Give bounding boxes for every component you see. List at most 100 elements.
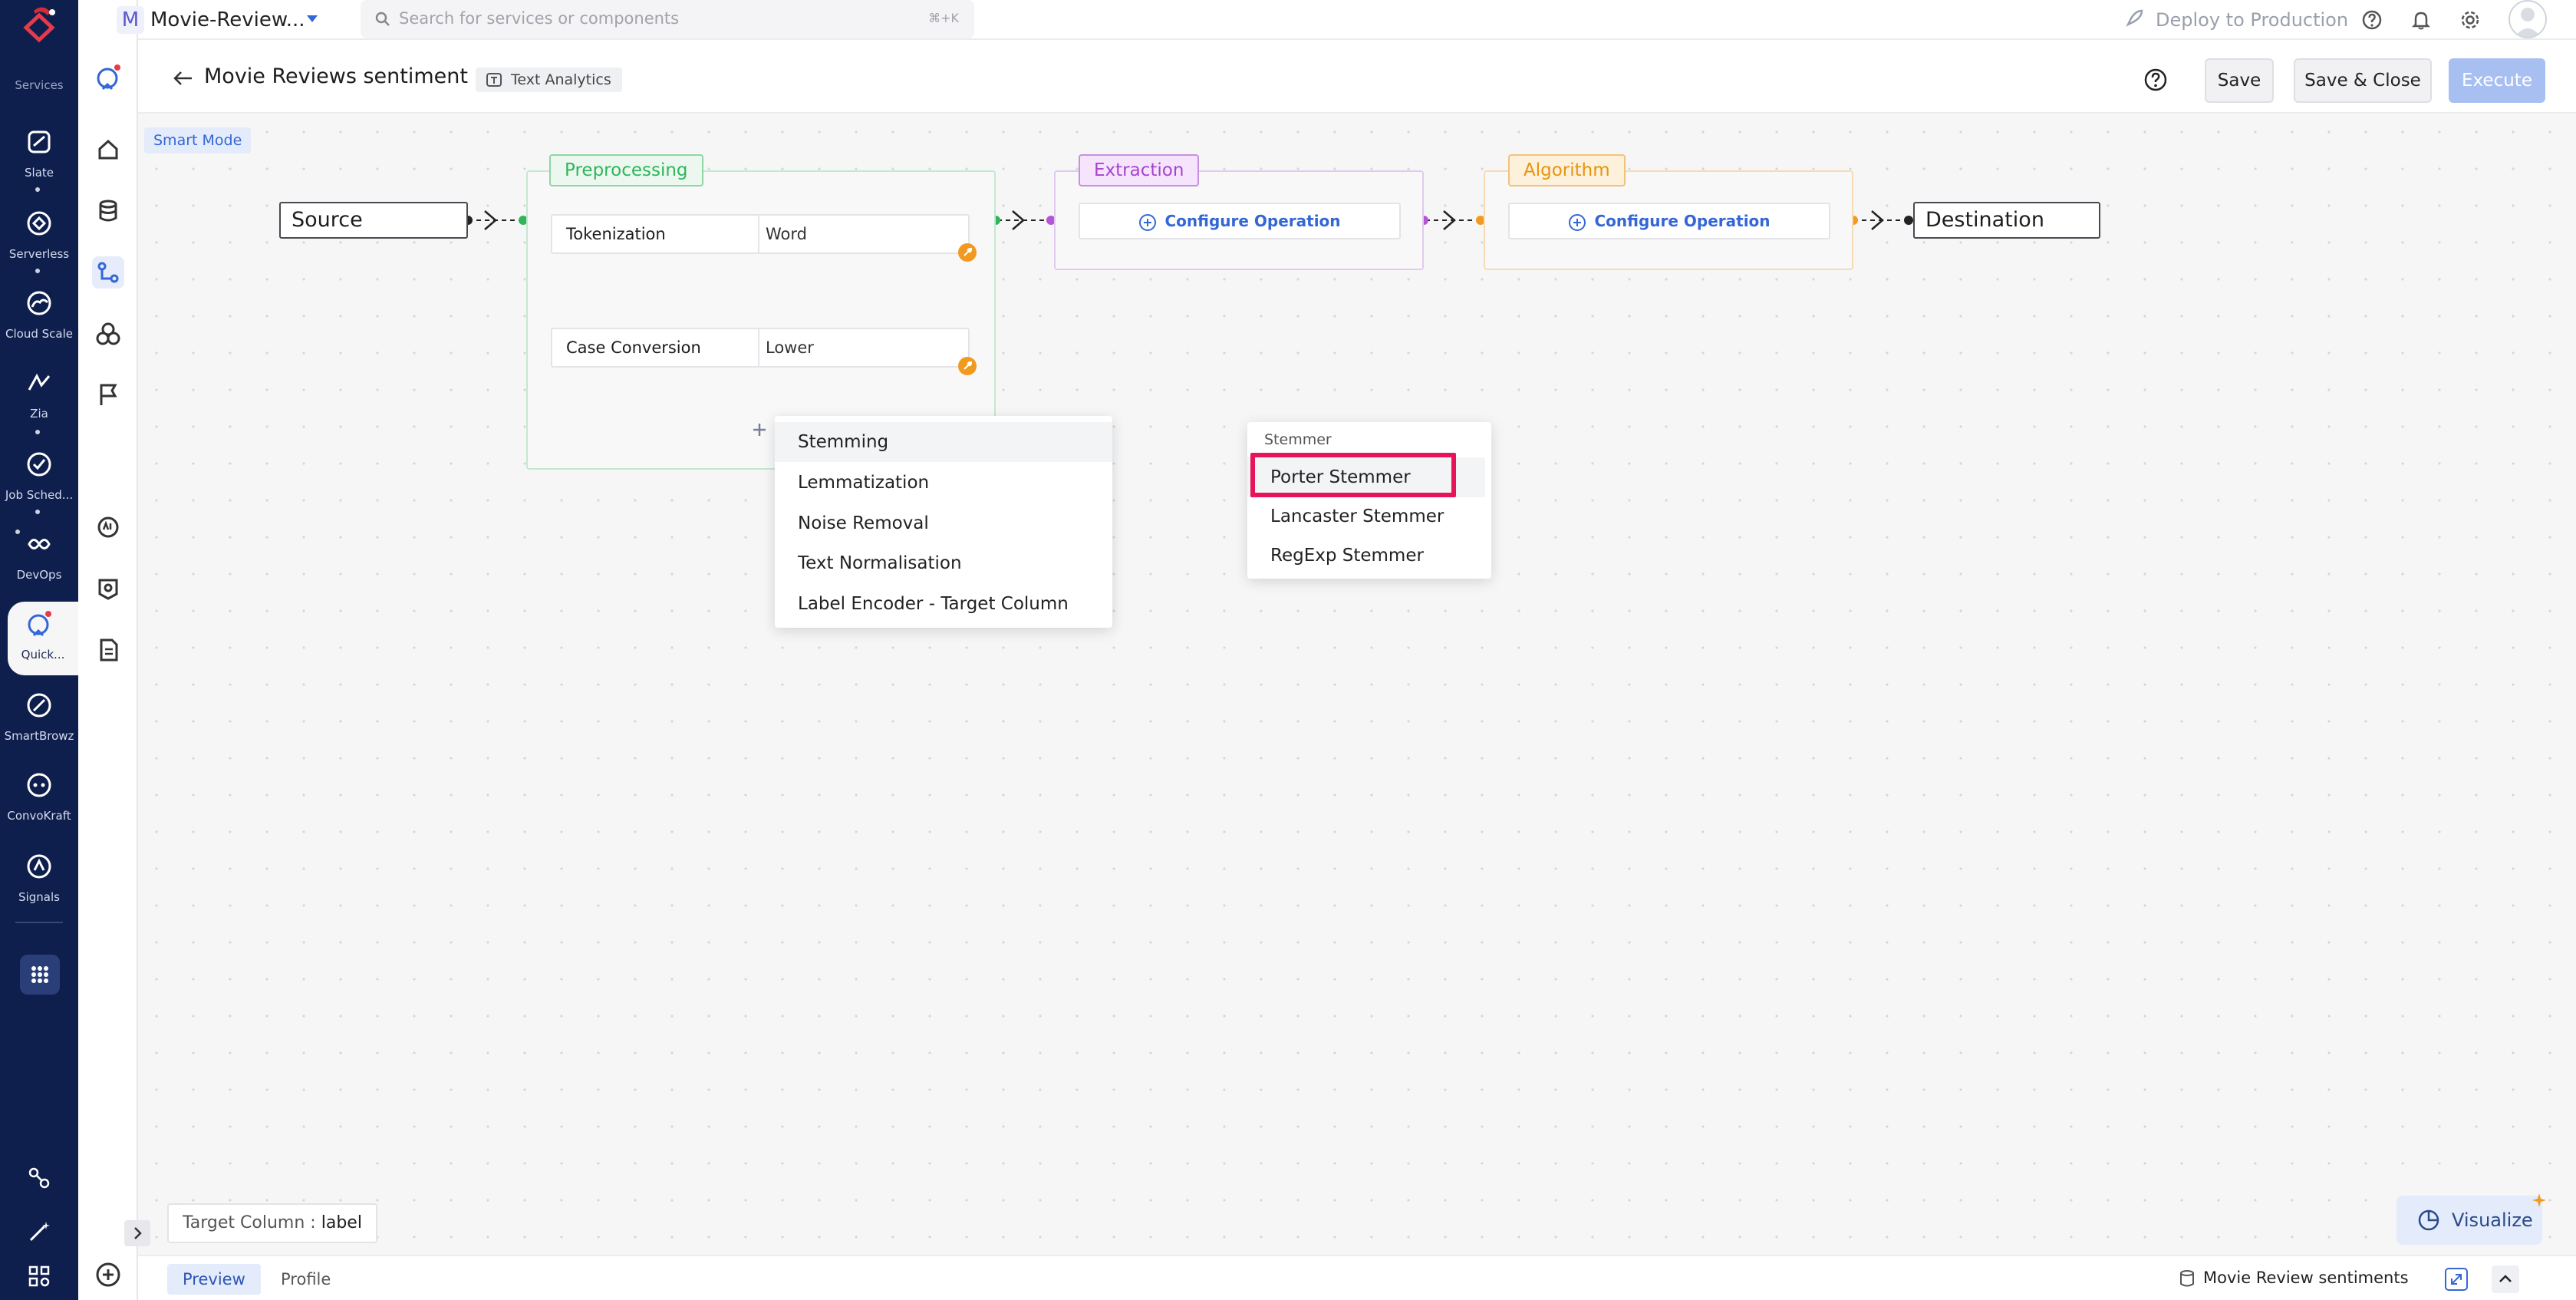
wrench-icon[interactable]	[957, 356, 977, 376]
job-scheduling-icon	[23, 448, 55, 480]
magic-wand-icon[interactable]	[26, 1219, 52, 1245]
execute-button[interactable]: Execute	[2449, 58, 2545, 103]
case-conversion-operation[interactable]: Case Conversion Lower	[551, 328, 970, 368]
dataset-name[interactable]: Movie Review sentiments	[2203, 1269, 2409, 1287]
rail-item-label: Cloud Scale	[5, 327, 73, 341]
signals-icon	[23, 850, 55, 883]
algorithm-configure-operation-button[interactable]: Configure Operation	[1508, 203, 1830, 239]
visualize-label: Visualize	[2452, 1209, 2533, 1231]
expand-panel-chevron-icon[interactable]	[124, 1220, 150, 1246]
flag-icon[interactable]	[92, 379, 124, 411]
search-icon	[374, 11, 391, 28]
deploy-to-production-button[interactable]: Deploy to Production	[2123, 0, 2348, 40]
services-rail: Services Slate Serverless Cloud Scale Zi…	[0, 0, 78, 1300]
user-avatar[interactable]	[2508, 0, 2547, 38]
search-input[interactable]: Search for services or components ⌘+K	[361, 0, 974, 38]
menu-item-noise-removal[interactable]: Noise Removal	[775, 503, 1112, 543]
menu-item-stemming[interactable]: Stemming	[775, 422, 1112, 462]
database-icon[interactable]	[92, 195, 124, 227]
wrench-icon[interactable]	[957, 243, 977, 262]
home-icon[interactable]	[92, 134, 124, 166]
rail-item-devops[interactable]: DevOps	[0, 522, 78, 596]
back-arrow-icon[interactable]	[170, 66, 195, 91]
notification-bell-icon[interactable]	[2410, 9, 2432, 31]
target-column-label: Target Column :	[183, 1213, 316, 1232]
stemmer-submenu: Stemmer Porter Stemmer Lancaster Stemmer…	[1247, 422, 1491, 579]
integrations-icon[interactable]	[26, 1165, 52, 1191]
search-shortcut: ⌘+K	[928, 11, 959, 25]
destination-node[interactable]: Destination	[1913, 202, 2100, 239]
all-services-grid-icon[interactable]	[20, 955, 60, 995]
extraction-tag: Extraction	[1079, 154, 1200, 186]
sparkle-icon	[2532, 1193, 2547, 1208]
rocket-icon	[2123, 9, 2143, 29]
quickml-icon	[23, 608, 55, 640]
top-bar: M Movie-Review... Search for services or…	[117, 0, 2576, 40]
tokenization-operation[interactable]: Tokenization Word	[551, 214, 970, 254]
search-placeholder: Search for services or components	[399, 9, 680, 28]
rail-item-cloud-scale[interactable]: Cloud Scale	[0, 281, 78, 355]
chevron-down-icon	[305, 14, 319, 25]
add-icon[interactable]	[92, 1259, 124, 1291]
add-operation-plus-icon[interactable]	[749, 419, 770, 440]
rail-item-smartbrowz[interactable]: SmartBrowz	[0, 683, 78, 757]
target-column-indicator[interactable]: Target Column : label	[167, 1203, 377, 1243]
slate-icon	[23, 126, 55, 158]
pie-chart-icon	[2416, 1208, 2441, 1232]
smartbrowz-icon	[23, 689, 55, 721]
cloud-scale-icon	[23, 287, 55, 319]
operation-value: Lower	[766, 338, 814, 357]
tab-preview[interactable]: Preview	[167, 1264, 261, 1295]
target-column-value: label	[321, 1213, 362, 1232]
pipelines-icon[interactable]	[92, 256, 124, 289]
models-icon[interactable]	[92, 318, 124, 350]
rail-item-label: Job Sched...	[5, 488, 74, 502]
menu-item-label-encoder[interactable]: Label Encoder - Target Column	[775, 584, 1112, 624]
text-analytics-chip: Text Analytics	[476, 68, 622, 92]
menu-item-regexp-stemmer[interactable]: RegExp Stemmer	[1247, 536, 1485, 576]
ai-assistant-icon[interactable]	[92, 511, 124, 543]
settings-gear-icon[interactable]	[2459, 9, 2481, 31]
plus-circle-icon	[1138, 213, 1157, 232]
source-node[interactable]: Source	[279, 202, 468, 239]
rail-item-label: DevOps	[16, 568, 62, 582]
extraction-configure-operation-button[interactable]: Configure Operation	[1079, 203, 1401, 239]
menu-item-lemmatization[interactable]: Lemmatization	[775, 463, 1112, 503]
pipeline-canvas[interactable]: Smart Mode Source Destination Preprocess…	[124, 114, 2576, 1255]
app-window: Services Slate Serverless Cloud Scale Zi…	[0, 0, 2576, 1300]
docs-icon[interactable]	[92, 634, 124, 666]
tab-profile[interactable]: Profile	[265, 1264, 346, 1295]
highlight-box	[1250, 453, 1456, 497]
configure-operation-label: Configure Operation	[1594, 212, 1771, 230]
rail-item-label: Signals	[18, 890, 60, 904]
endpoints-icon[interactable]	[92, 572, 124, 605]
rail-item-signals[interactable]: Signals	[0, 844, 78, 918]
help-circle-icon[interactable]	[2143, 68, 2168, 92]
rail-item-convokraft[interactable]: ConvoKraft	[0, 763, 78, 836]
rail-item-serverless[interactable]: Serverless	[0, 201, 78, 275]
collapse-panel-chevron-up-icon[interactable]	[2492, 1265, 2519, 1293]
rail-item-quickml[interactable]: Quick...	[8, 602, 78, 675]
project-switcher[interactable]: M Movie-Review...	[117, 0, 322, 40]
catalyst-logo-icon[interactable]	[18, 5, 60, 45]
plus-circle-icon	[1568, 213, 1586, 232]
rail-item-job-scheduling[interactable]: Job Sched...	[0, 442, 78, 516]
save-and-close-button[interactable]: Save & Close	[2294, 58, 2432, 103]
text-analytics-icon	[485, 71, 503, 88]
submenu-heading: Stemmer	[1264, 431, 1332, 448]
menu-item-lancaster-stemmer[interactable]: Lancaster Stemmer	[1247, 497, 1485, 536]
quickml-home-logo-icon[interactable]	[92, 61, 124, 94]
configure-operation-label: Configure Operation	[1164, 212, 1341, 230]
rail-divider	[15, 922, 63, 923]
save-button[interactable]: Save	[2205, 58, 2274, 103]
help-icon[interactable]	[2361, 9, 2383, 31]
rail-item-zia[interactable]: Zia	[0, 361, 78, 434]
rail-item-label: Serverless	[8, 247, 70, 261]
rail-item-slate[interactable]: Slate	[0, 120, 78, 193]
visualize-button[interactable]: Visualize	[2396, 1193, 2546, 1245]
fullscreen-expand-icon[interactable]	[2443, 1265, 2470, 1293]
rail-item-label: Zia	[30, 407, 48, 421]
menu-item-text-normalisation[interactable]: Text Normalisation	[775, 543, 1112, 583]
components-icon[interactable]	[26, 1263, 52, 1289]
database-icon	[2179, 1269, 2196, 1288]
